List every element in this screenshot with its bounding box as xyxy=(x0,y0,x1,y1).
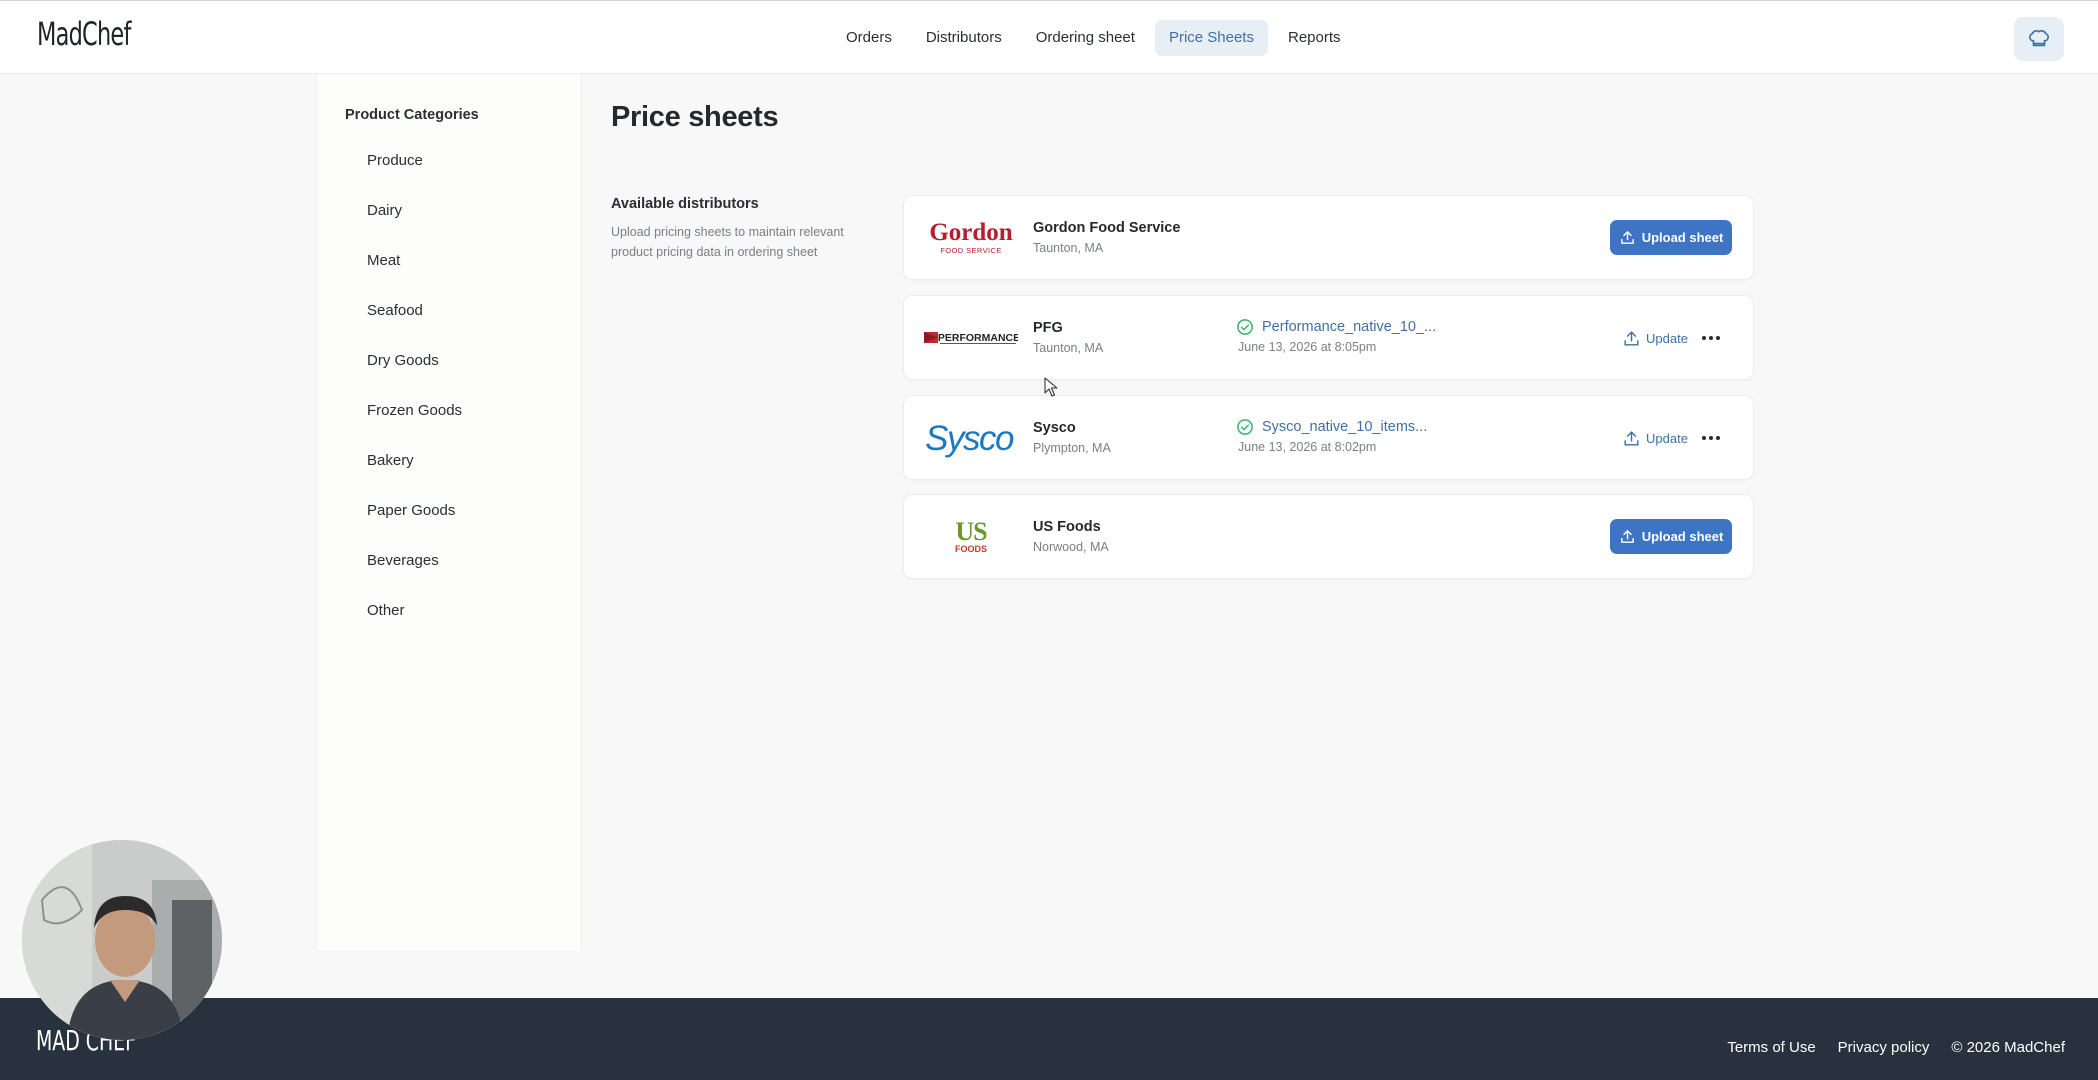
footer-copyright: © 2026 MadChef xyxy=(1951,1039,2065,1056)
distributor-name: Sysco xyxy=(1033,420,1076,436)
upload-icon xyxy=(1624,430,1639,446)
footer-links: Terms of Use Privacy policy © 2026 MadCh… xyxy=(1727,1039,2065,1056)
nav-item-ordering-sheet[interactable]: Ordering sheet xyxy=(1022,20,1149,56)
category-item-meat[interactable]: Meat xyxy=(367,251,462,301)
category-item-dairy[interactable]: Dairy xyxy=(367,201,462,251)
upload-sheet-button[interactable]: Upload sheet xyxy=(1610,220,1732,255)
svg-text:Gordon: Gordon xyxy=(929,219,1012,246)
sidebar-title: Product Categories xyxy=(345,107,479,123)
more-options-icon[interactable] xyxy=(1699,326,1723,350)
distributor-name: Gordon Food Service xyxy=(1033,220,1181,236)
webcam-overlay xyxy=(22,840,222,1040)
category-item-frozen-goods[interactable]: Frozen Goods xyxy=(367,401,462,451)
distributor-card: PERFORMANCE PFG Taunton, MA Performance_… xyxy=(903,295,1754,380)
svg-text:PERFORMANCE: PERFORMANCE xyxy=(938,332,1018,344)
file-name-link[interactable]: Sysco_native_10_items... xyxy=(1262,419,1442,435)
category-list: Produce Dairy Meat Seafood Dry Goods Fro… xyxy=(367,151,462,651)
distributor-location: Taunton, MA xyxy=(1033,341,1104,355)
upload-sheet-label: Upload sheet xyxy=(1641,230,1724,245)
distributor-location: Taunton, MA xyxy=(1033,241,1104,255)
category-item-beverages[interactable]: Beverages xyxy=(367,551,462,601)
nav-item-orders[interactable]: Orders xyxy=(832,20,906,56)
mouse-cursor-icon xyxy=(1044,377,1058,397)
category-item-other[interactable]: Other xyxy=(367,601,462,651)
svg-text:US: US xyxy=(955,517,987,546)
distributor-card: Gordon FOOD SERVICE Gordon Food Service … xyxy=(903,195,1754,280)
distributor-location: Norwood, MA xyxy=(1033,540,1109,554)
chef-hat-icon xyxy=(2029,30,2049,47)
update-button[interactable]: Update xyxy=(1622,427,1688,449)
update-label: Update xyxy=(1646,430,1688,446)
uploaded-file-info: Performance_native_10_... June 13, 2026 … xyxy=(1236,318,1442,354)
file-upload-date: June 13, 2026 at 8:02pm xyxy=(1238,440,1377,454)
svg-text:FOODS: FOODS xyxy=(955,544,987,554)
nav-item-price-sheets[interactable]: Price Sheets xyxy=(1154,20,1268,56)
page-footer: MAD CHEF Terms of Use Privacy policy © 2… xyxy=(0,998,2098,1080)
category-sidebar: Product Categories Produce Dairy Meat Se… xyxy=(316,74,582,950)
check-circle-icon xyxy=(1237,419,1253,435)
file-upload-date: June 13, 2026 at 8:05pm xyxy=(1238,340,1377,354)
upload-icon xyxy=(1620,530,1634,543)
distributor-card: Sysco Sysco Plympton, MA Sysco_native_10… xyxy=(903,395,1754,480)
gordon-logo: Gordon FOOD SERVICE xyxy=(924,214,1018,262)
footer-link-terms[interactable]: Terms of Use xyxy=(1727,1039,1815,1056)
category-item-paper-goods[interactable]: Paper Goods xyxy=(367,501,462,551)
page-title: Price sheets xyxy=(611,101,779,133)
footer-link-privacy[interactable]: Privacy policy xyxy=(1838,1039,1930,1056)
category-item-bakery[interactable]: Bakery xyxy=(367,451,462,501)
nav-item-distributors[interactable]: Distributors xyxy=(912,20,1016,56)
section-description: Upload pricing sheets to maintain releva… xyxy=(611,225,844,259)
uploaded-file-info: Sysco_native_10_items... June 13, 2026 a… xyxy=(1236,418,1442,454)
app-logo[interactable]: MadChef xyxy=(37,15,131,53)
upload-sheet-button[interactable]: Upload sheet xyxy=(1610,519,1732,554)
category-item-dry-goods[interactable]: Dry Goods xyxy=(367,351,462,401)
us-foods-logo: US FOODS xyxy=(924,513,1018,561)
top-navbar: MadChef Orders Distributors Ordering she… xyxy=(0,0,2098,74)
update-label: Update xyxy=(1646,330,1688,346)
more-options-icon[interactable] xyxy=(1699,426,1723,450)
distributor-card: US FOODS US Foods Norwood, MA Upload she… xyxy=(903,494,1754,579)
profile-button[interactable] xyxy=(2014,17,2064,61)
upload-icon xyxy=(1620,231,1634,244)
svg-text:Sysco: Sysco xyxy=(925,419,1014,458)
distributor-name: PFG xyxy=(1033,320,1063,336)
check-circle-icon xyxy=(1237,319,1253,335)
update-button[interactable]: Update xyxy=(1622,327,1688,349)
sysco-logo: Sysco xyxy=(924,414,1018,462)
upload-icon xyxy=(1624,330,1639,346)
svg-text:FOOD SERVICE: FOOD SERVICE xyxy=(940,246,1001,255)
presenter-avatar xyxy=(22,840,222,1040)
upload-sheet-label: Upload sheet xyxy=(1641,529,1724,544)
category-item-seafood[interactable]: Seafood xyxy=(367,301,462,351)
file-name-link[interactable]: Performance_native_10_... xyxy=(1262,319,1442,335)
main-nav: Orders Distributors Ordering sheet Price… xyxy=(832,20,1355,56)
performance-logo: PERFORMANCE xyxy=(924,314,1018,362)
distributor-name: US Foods xyxy=(1033,519,1101,535)
nav-item-reports[interactable]: Reports xyxy=(1274,20,1355,56)
section-title: Available distributors xyxy=(611,196,759,212)
category-item-produce[interactable]: Produce xyxy=(367,151,462,201)
distributor-location: Plympton, MA xyxy=(1033,441,1111,455)
